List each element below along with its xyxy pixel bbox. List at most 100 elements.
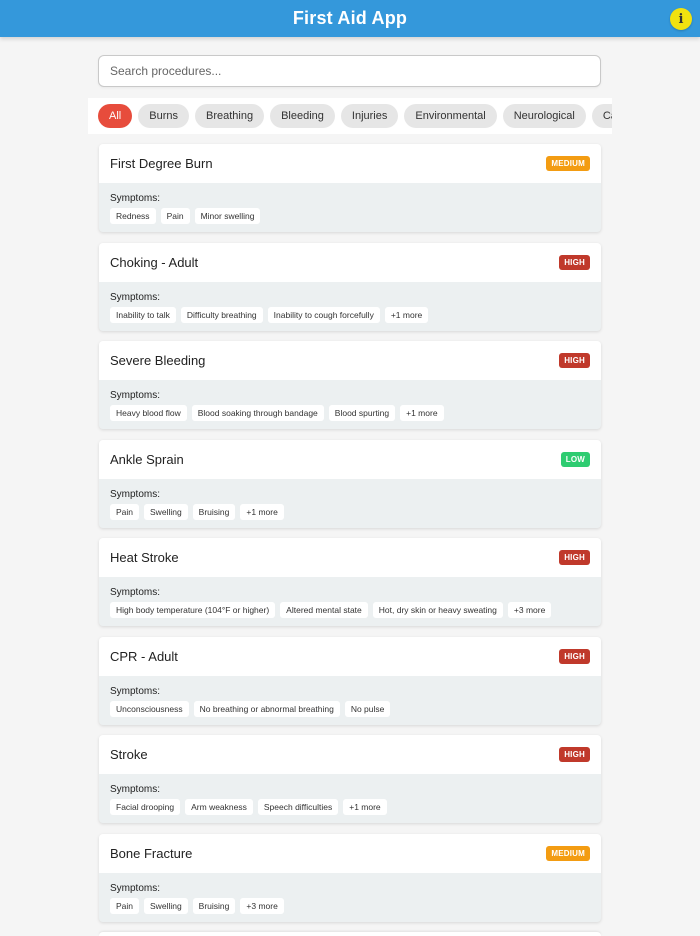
symptom-tags: Redness Pain Minor swelling <box>110 208 590 224</box>
symptoms-label: Symptoms: <box>110 587 161 598</box>
procedure-title: Bone Fracture <box>110 845 193 861</box>
procedure-list: First Degree Burn MEDIUM Symptoms: Redness P… <box>99 144 601 936</box>
app-title: First Aid App <box>292 8 408 28</box>
info-icon: i <box>678 11 684 27</box>
filter-chip-burns[interactable]: Burns <box>138 104 189 128</box>
filter-chip-injuries[interactable]: Injuries <box>340 104 399 128</box>
symptom-tag: Difficulty breathing <box>180 306 263 323</box>
symptom-tag: No pulse <box>344 700 391 717</box>
procedure-card-header: Stroke HIGH <box>99 735 601 774</box>
procedure-card-body: Symptoms: Redness Pain Minor swelling <box>99 183 601 224</box>
procedure-card-header: CPR - Adult HIGH <box>99 636 601 676</box>
severity-badge: HIGH <box>559 648 590 664</box>
filter-chip-all[interactable]: All <box>98 104 133 128</box>
severity-badge: HIGH <box>559 550 590 565</box>
procedure-card-body: Symptoms: Unconsciousness No breathing or … <box>99 676 601 717</box>
symptom-tag: Inability to cough forcefully <box>267 306 380 323</box>
symptom-tag: Facial drooping <box>110 799 181 815</box>
procedure-card[interactable]: Bone Fracture MEDIUM Symptoms: Pain Swelling… <box>99 833 601 922</box>
symptom-tag: Pain <box>110 503 140 520</box>
symptoms-label: Symptoms: <box>110 291 161 303</box>
more-symptoms-tag: +1 more <box>240 503 284 520</box>
procedure-title: Ankle Sprain <box>110 451 184 467</box>
filter-chip-cardiac[interactable]: Cardiac <box>591 104 612 128</box>
filter-chip-neurological[interactable]: Neurological <box>502 104 586 128</box>
more-symptoms-tag: +1 more <box>384 306 429 323</box>
severity-badge: MEDIUM <box>546 156 590 171</box>
procedure-card[interactable]: Choking - Adult HIGH Symptoms: Inability to… <box>99 242 601 331</box>
symptom-tag: Pain <box>160 208 190 224</box>
procedure-card-body: Symptoms: Pain Swelling Bruising +1 more <box>99 479 601 520</box>
search-input[interactable] <box>98 55 601 87</box>
symptom-tag: Heavy blood flow <box>110 405 187 421</box>
procedure-card[interactable]: Stroke HIGH Symptoms: Facial drooping Arm we… <box>99 735 601 823</box>
symptoms-label: Symptoms: <box>110 193 161 204</box>
symptom-tag: No breathing or abnormal breathing <box>193 700 340 717</box>
symptom-tags: Pain Swelling Bruising +3 more <box>110 897 590 914</box>
procedure-card-partial <box>99 932 601 936</box>
symptom-tag: Swelling <box>144 503 188 520</box>
symptoms-label: Symptoms: <box>110 784 161 795</box>
symptom-tag: Bruising <box>192 503 236 520</box>
severity-badge: LOW <box>560 451 590 467</box>
severity-badge: HIGH <box>559 353 590 368</box>
symptom-tags: High body temperature (104°F or higher) A… <box>110 602 590 618</box>
symptom-tag: Redness <box>110 208 156 224</box>
symptom-tag: Inability to talk <box>110 306 176 323</box>
procedure-card[interactable]: First Degree Burn MEDIUM Symptoms: Redness P… <box>99 144 601 232</box>
filter-chip-bleeding[interactable]: Bleeding <box>270 104 335 128</box>
symptom-tag: Minor swelling <box>194 208 261 224</box>
symptoms-label: Symptoms: <box>110 488 161 500</box>
symptom-tag: Bruising <box>192 897 236 914</box>
procedure-card-header: Heat Stroke HIGH <box>99 538 601 577</box>
symptoms-label: Symptoms: <box>110 390 161 401</box>
symptom-tags: Pain Swelling Bruising +1 more <box>110 503 590 520</box>
procedure-card-body: Symptoms: High body temperature (104°F or… <box>99 577 601 618</box>
symptom-tag: Hot, dry skin or heavy sweating <box>372 602 503 618</box>
filter-chip-breathing[interactable]: Breathing <box>194 104 265 128</box>
procedure-card-body: Symptoms: Pain Swelling Bruising +3 more <box>99 873 601 914</box>
symptom-tag: Pain <box>110 897 140 914</box>
procedure-title: Heat Stroke <box>110 550 179 565</box>
info-button[interactable]: i <box>670 8 692 30</box>
symptom-tag: Speech difficulties <box>257 799 339 815</box>
severity-badge: MEDIUM <box>546 845 590 861</box>
procedure-card-header: Ankle Sprain LOW <box>99 439 601 479</box>
procedure-card-body: Symptoms: Heavy blood flow Blood soaking t… <box>99 380 601 421</box>
procedure-card[interactable]: Ankle Sprain LOW Symptoms: Pain Swelling Brui… <box>99 439 601 528</box>
procedure-card-body: Symptoms: Inability to talk Difficulty bre… <box>99 282 601 323</box>
procedure-title: Severe Bleeding <box>110 353 206 368</box>
procedure-card-header: Choking - Adult HIGH <box>99 242 601 282</box>
more-symptoms-tag: +3 more <box>507 602 552 618</box>
procedure-card-header: First Degree Burn MEDIUM <box>99 144 601 183</box>
procedure-title: Choking - Adult <box>110 254 199 270</box>
symptom-tag: Altered mental state <box>280 602 368 618</box>
symptom-tag: Blood spurting <box>328 405 396 421</box>
category-filter-bar: All Burns Breathing Bleeding Injuries Environ… <box>88 98 612 134</box>
filter-chip-environmental[interactable]: Environmental <box>404 104 497 128</box>
procedure-card-header: Bone Fracture MEDIUM <box>99 833 601 873</box>
more-symptoms-tag: +3 more <box>240 897 284 914</box>
symptom-tags: Unconsciousness No breathing or abnormal … <box>110 700 590 717</box>
severity-badge: HIGH <box>559 254 590 270</box>
procedure-card[interactable]: Severe Bleeding HIGH Symptoms: Heavy blood … <box>99 341 601 429</box>
symptom-tag: Swelling <box>144 897 188 914</box>
symptom-tags: Facial drooping Arm weakness Speech diffic… <box>110 799 590 815</box>
procedure-card[interactable]: Heat Stroke HIGH Symptoms: High body temper… <box>99 538 601 626</box>
procedure-card-body: Symptoms: Facial drooping Arm weakness Spee… <box>99 774 601 815</box>
symptom-tag: Unconsciousness <box>110 700 189 717</box>
symptom-tags: Inability to talk Difficulty breathing Ina… <box>110 306 590 323</box>
severity-badge: HIGH <box>559 747 590 762</box>
symptoms-label: Symptoms: <box>110 882 161 894</box>
procedure-title: CPR - Adult <box>110 648 178 664</box>
more-symptoms-tag: +1 more <box>400 405 444 421</box>
app-header: First Aid App i <box>0 0 700 37</box>
symptoms-label: Symptoms: <box>110 685 161 697</box>
symptom-tag: High body temperature (104°F or higher) <box>110 602 276 618</box>
symptom-tag: Arm weakness <box>185 799 253 815</box>
procedure-title: Stroke <box>110 747 148 762</box>
procedure-card[interactable]: CPR - Adult HIGH Symptoms: Unconsciousness N… <box>99 636 601 725</box>
procedure-title: First Degree Burn <box>110 156 213 171</box>
symptom-tag: Blood soaking through bandage <box>191 405 324 421</box>
symptom-tags: Heavy blood flow Blood soaking through ba… <box>110 405 590 421</box>
